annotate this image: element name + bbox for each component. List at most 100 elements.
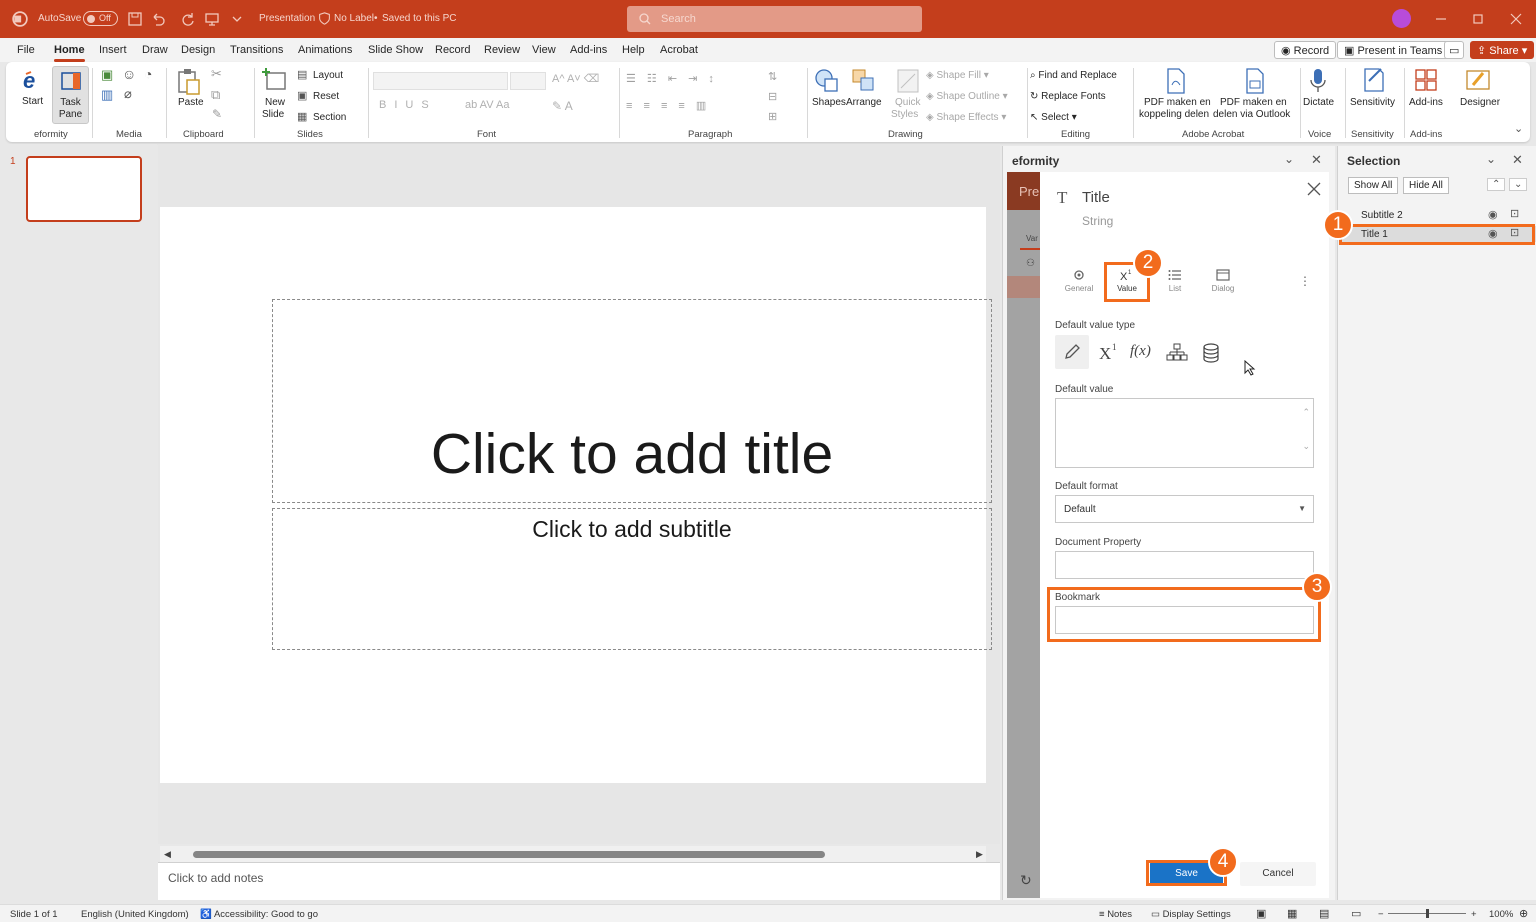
designer-button[interactable]: Designer <box>1460 97 1500 108</box>
shape-effects-button[interactable]: ◈ Shape Effects ▾ <box>926 112 1006 123</box>
zoom-out-icon[interactable]: − <box>1378 909 1384 920</box>
default-format-select[interactable]: Default ▼ <box>1055 495 1314 523</box>
avatar[interactable] <box>1392 9 1411 28</box>
tab-file[interactable]: File <box>17 44 35 56</box>
picture-icon[interactable]: ▣ <box>101 67 113 83</box>
slide-sorter-icon[interactable]: ▦ <box>1287 907 1297 920</box>
arrange-icon[interactable] <box>851 68 877 94</box>
selection-item-subtitle-2[interactable]: Subtitle 2 <box>1361 210 1403 221</box>
font-size-select[interactable] <box>510 72 546 90</box>
reading-view-icon[interactable]: ▤ <box>1319 907 1329 920</box>
undo-icon[interactable] <box>150 11 166 27</box>
horizontal-scrollbar[interactable]: ◀ ▶ <box>160 846 986 862</box>
tab-dialog[interactable]: Dialog <box>1200 268 1246 293</box>
slideshow-view-icon[interactable]: ▭ <box>1351 907 1361 920</box>
highlight-icon[interactable]: ✎ A <box>552 99 573 113</box>
customize-qat-icon[interactable] <box>229 11 245 27</box>
value-type-formula-icon[interactable]: f(x) <box>1130 343 1151 360</box>
close-window-icon[interactable] <box>1508 11 1524 27</box>
align-icons[interactable]: ≡ ≡ ≡ ≡ ▥ <box>626 99 710 112</box>
find-replace-button[interactable]: ⌕ Find and Replace <box>1030 70 1117 81</box>
pdf-outlook-icon[interactable] <box>1244 68 1266 94</box>
show-all-button[interactable]: Show All <box>1348 177 1399 194</box>
tab-add-ins[interactable]: Add-ins <box>570 44 607 56</box>
document-property-input[interactable] <box>1055 551 1314 579</box>
hide-all-button[interactable]: Hide All <box>1403 177 1449 194</box>
section-button[interactable]: Section <box>313 112 346 123</box>
paste-icon[interactable] <box>176 68 202 96</box>
notes-pane[interactable]: Click to add notes <box>158 862 1000 900</box>
search-input[interactable]: Search <box>627 6 922 32</box>
value-type-text-option[interactable] <box>1055 335 1089 369</box>
comments-button[interactable]: ▭ <box>1444 41 1465 59</box>
tab-acrobat[interactable]: Acrobat <box>660 44 698 56</box>
close-pane-icon[interactable]: ✕ <box>1311 152 1322 168</box>
shape-outline-button[interactable]: ◈ Shape Outline ▾ <box>926 91 1008 102</box>
accessibility-status[interactable]: ♿ Accessibility: Good to go <box>200 909 318 920</box>
align-text-icon[interactable]: ⊟ <box>768 90 777 103</box>
microphone-icon[interactable] <box>1310 68 1326 94</box>
language-status[interactable]: English (United Kingdom) <box>81 909 189 920</box>
send-backward-icon[interactable]: ⌄ <box>1509 178 1528 191</box>
font-effects-icons[interactable]: ab AV Aa <box>465 99 509 111</box>
share-button[interactable]: ⇪ Share ▾ <box>1470 41 1535 59</box>
pane-options-icon[interactable]: ⌄ <box>1284 152 1294 166</box>
minimize-icon[interactable] <box>1433 11 1449 27</box>
copy-icon[interactable]: ⧉ <box>211 87 220 103</box>
more-options-icon[interactable]: ⋮ <box>1299 274 1311 288</box>
add-ins-button[interactable]: Add-ins <box>1409 97 1443 108</box>
scrollbar-thumb[interactable] <box>193 851 825 858</box>
collapse-ribbon-icon[interactable]: ⌄ <box>1514 122 1523 135</box>
tab-general[interactable]: General <box>1056 268 1102 293</box>
slide-canvas[interactable]: Click to add title Click to add subtitle <box>160 207 992 783</box>
paste-button[interactable]: Paste <box>178 97 204 108</box>
designer-icon[interactable] <box>1465 67 1491 93</box>
display-settings-button[interactable]: ▭ Display Settings <box>1151 909 1231 920</box>
scroll-left-icon[interactable]: ◀ <box>164 849 171 860</box>
new-slide-button[interactable]: New <box>265 97 285 108</box>
shapes-icon[interactable] <box>814 68 840 94</box>
record-button[interactable]: ◉ Record <box>1274 41 1337 59</box>
chart-icon[interactable]: ▥ <box>101 87 113 103</box>
scroll-right-icon[interactable]: ▶ <box>976 849 983 860</box>
bring-forward-icon[interactable]: ⌃ <box>1487 178 1506 191</box>
new-slide-icon[interactable] <box>262 68 288 92</box>
slide-thumbnail[interactable] <box>26 156 142 222</box>
tab-help[interactable]: Help <box>622 44 645 56</box>
save-icon[interactable] <box>127 11 143 27</box>
tab-animations[interactable]: Animations <box>298 44 352 56</box>
smartart-icon[interactable]: ⊞ <box>768 110 777 123</box>
shapes-small-icon[interactable]: ◔ <box>144 66 152 82</box>
shapes-button[interactable]: Shapes <box>812 97 846 108</box>
visibility-eye-icon[interactable]: ◉ <box>1488 208 1498 221</box>
close-dialog-icon[interactable] <box>1306 181 1322 197</box>
arrange-button[interactable]: Arrange <box>846 97 882 108</box>
tab-insert[interactable]: Insert <box>99 44 127 56</box>
shape-fill-button[interactable]: ◈ Shape Fill ▾ <box>926 70 989 81</box>
textarea-scroll-up-icon[interactable]: ⌃ <box>1302 407 1310 418</box>
grow-font-icon[interactable]: A^ A˅ ⌫ <box>552 72 599 85</box>
tab-slide-show[interactable]: Slide Show <box>368 44 423 56</box>
cut-icon[interactable]: ✂ <box>211 66 222 82</box>
pdf-share-link-button[interactable]: PDF maken en <box>1144 97 1211 108</box>
lock-icon[interactable]: ⊡ <box>1510 207 1519 220</box>
dictate-button[interactable]: Dictate <box>1303 97 1334 108</box>
tab-review[interactable]: Review <box>484 44 520 56</box>
add-ins-icon[interactable] <box>1414 68 1438 92</box>
reset-button[interactable]: Reset <box>313 91 339 102</box>
default-value-textarea[interactable]: ⌃ ⌄ <box>1055 398 1314 468</box>
sensitivity-icon[interactable] <box>1361 67 1385 93</box>
select-button[interactable]: ↖ Select ▾ <box>1030 112 1077 123</box>
present-in-teams-button[interactable]: ▣ Present in Teams <box>1337 41 1450 59</box>
normal-view-icon[interactable]: ▣ <box>1256 907 1266 920</box>
tab-design[interactable]: Design <box>181 44 215 56</box>
selection-options-icon[interactable]: ⌄ <box>1486 152 1496 166</box>
layout-button[interactable]: Layout <box>313 70 343 81</box>
zoom-level[interactable]: 100% <box>1489 909 1513 920</box>
tab-record[interactable]: Record <box>435 44 470 56</box>
quick-styles-button[interactable]: Quick <box>895 97 921 108</box>
tab-view[interactable]: View <box>532 44 556 56</box>
textarea-scroll-down-icon[interactable]: ⌄ <box>1302 441 1310 452</box>
value-type-hierarchy-icon[interactable] <box>1166 343 1188 361</box>
task-pane-button[interactable]: Task Pane <box>52 66 89 124</box>
